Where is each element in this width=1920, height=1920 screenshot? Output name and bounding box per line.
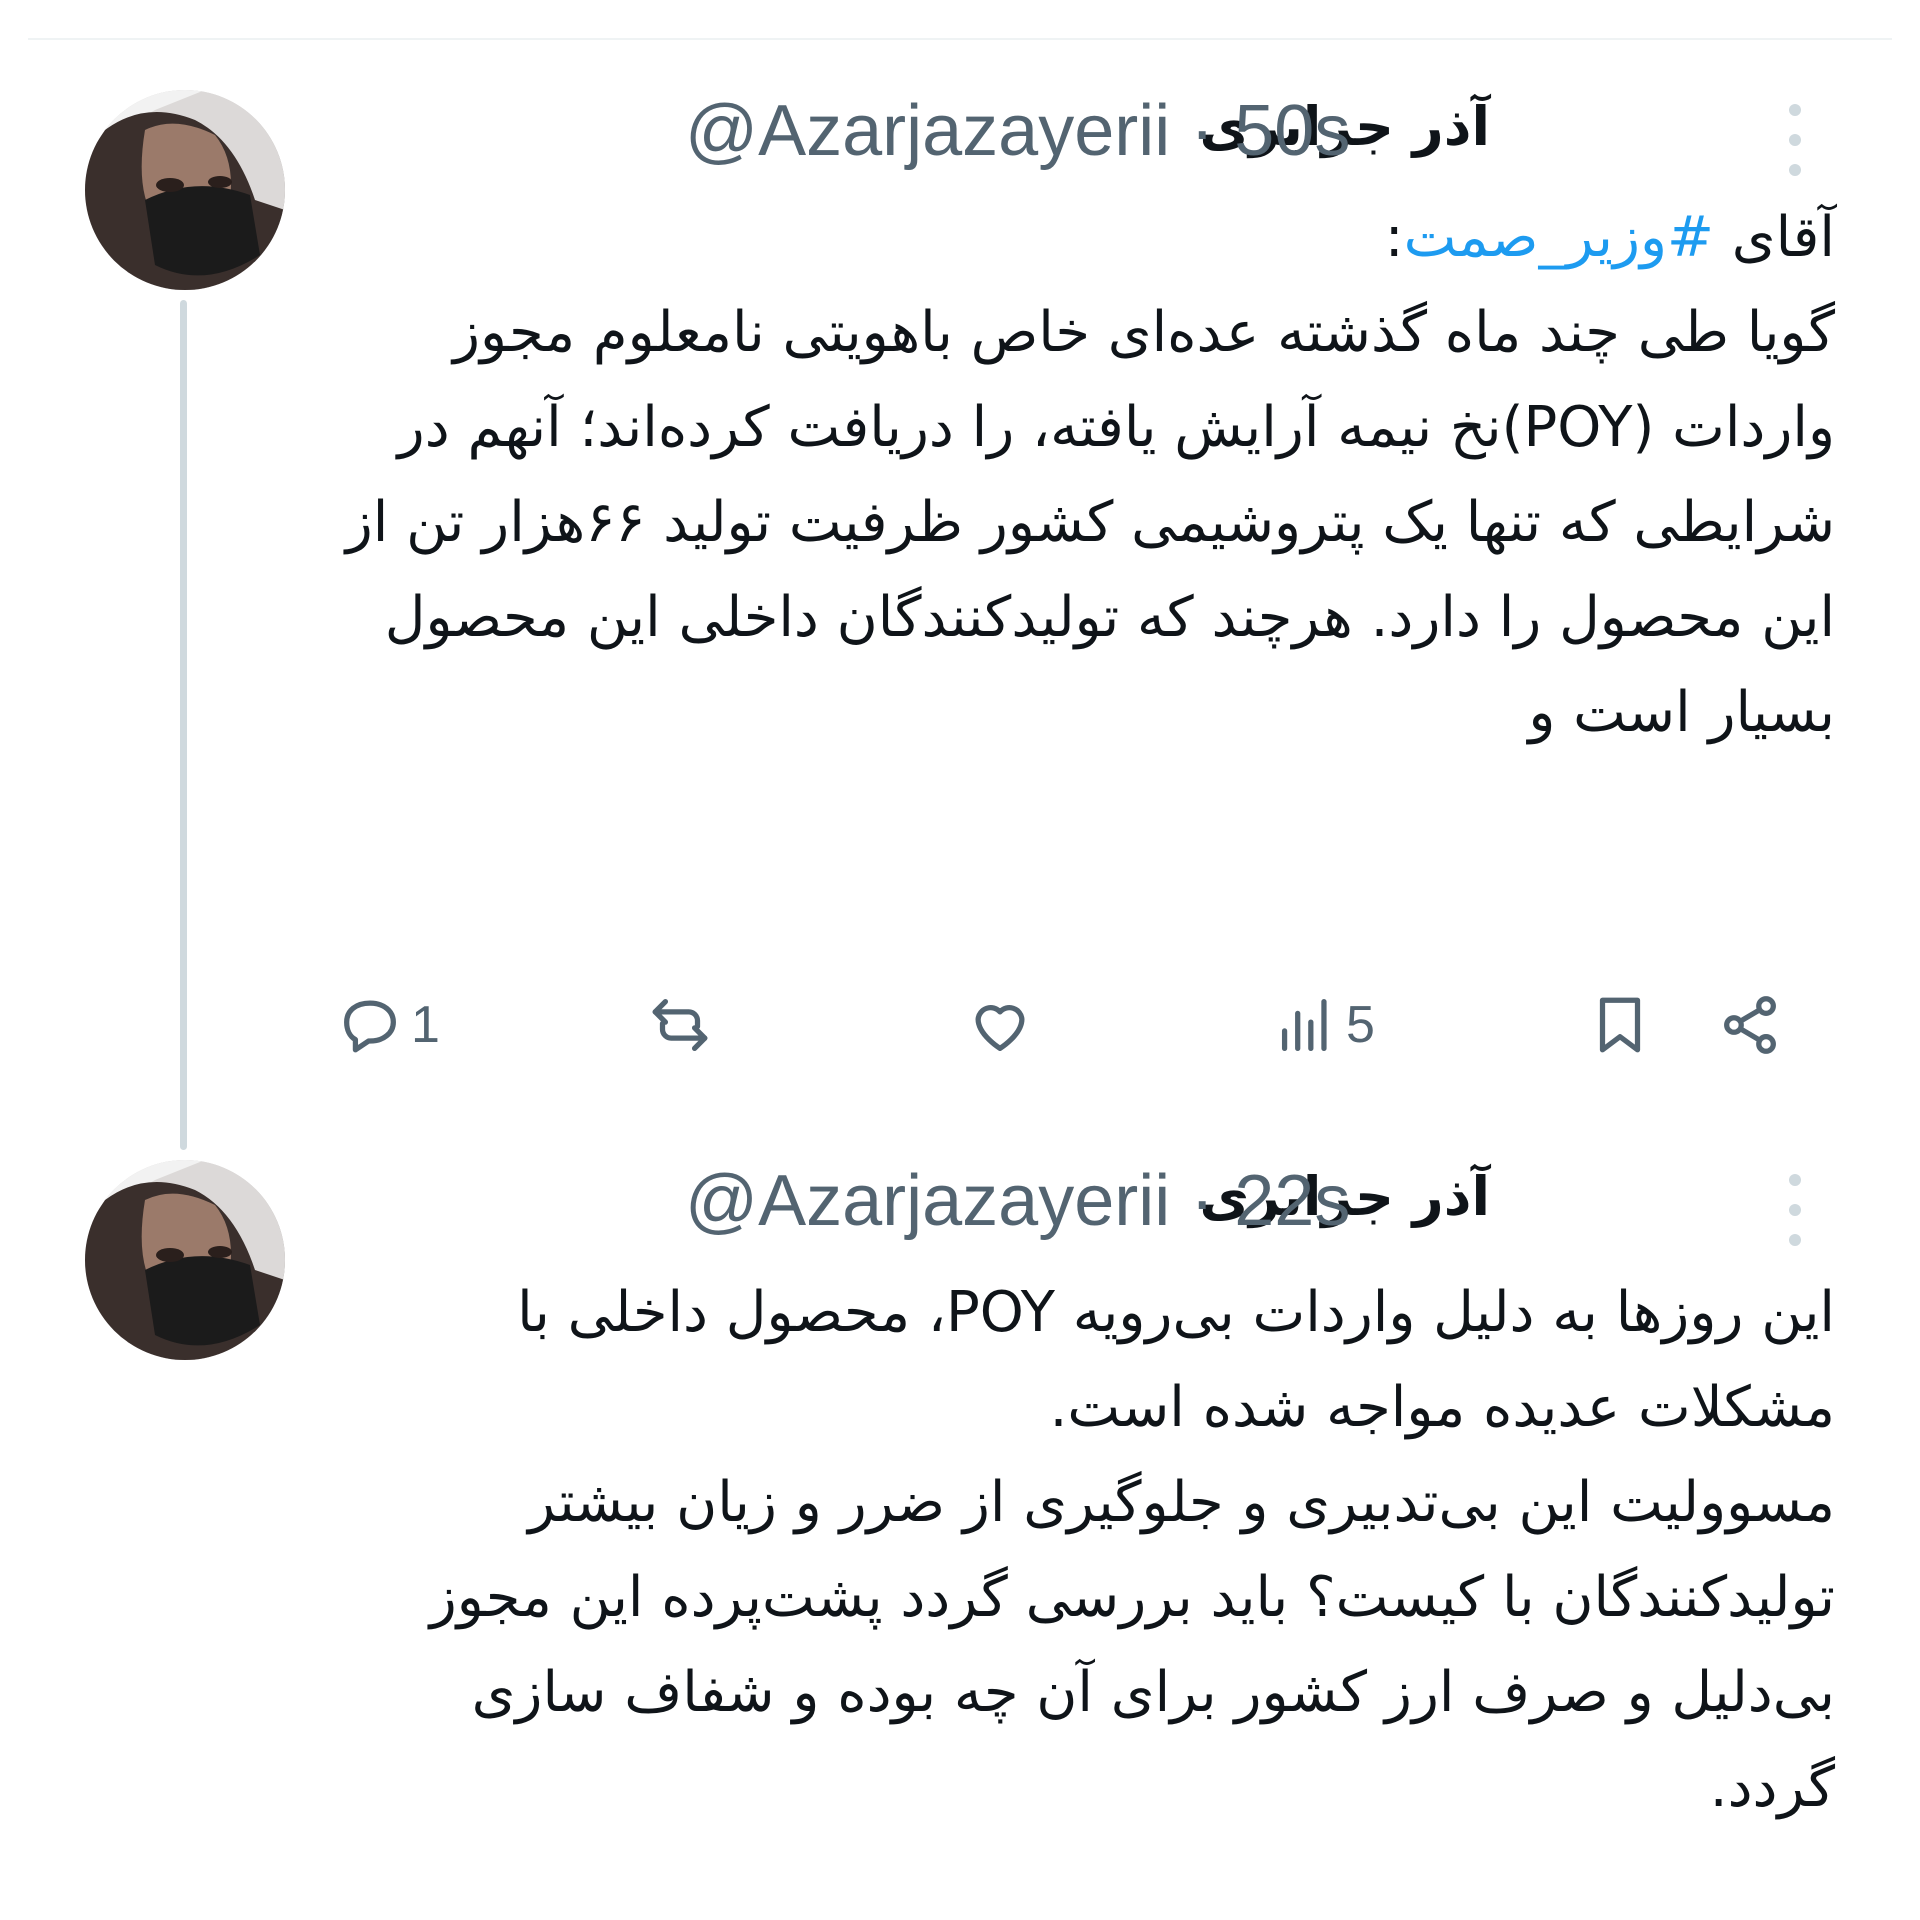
reply-button[interactable]: 1 — [335, 990, 440, 1060]
avatar[interactable] — [85, 1160, 285, 1360]
text-suffix: : — [1384, 205, 1404, 270]
more-icon[interactable] — [1775, 1165, 1815, 1255]
timestamp[interactable]: 50s — [1234, 91, 1350, 171]
tweet-text: این روزها به دلیل واردات بی‌رویه POY، مح… — [429, 1280, 1835, 1820]
views-icon — [1281, 999, 1327, 1051]
reply-icon — [344, 1000, 396, 1053]
tweet[interactable]: آذر جزایری @Azarjazayerii · 22s این روزه… — [0, 1160, 1920, 1920]
avatar[interactable] — [85, 90, 285, 290]
views-button[interactable]: 5 — [1270, 990, 1375, 1060]
share-icon — [1724, 996, 1776, 1054]
reply-count: 1 — [411, 996, 440, 1054]
handle-and-time[interactable]: @Azarjazayerii · 22s — [685, 1160, 1350, 1242]
retweet-icon — [652, 999, 708, 1051]
retweet-button[interactable] — [645, 990, 715, 1060]
timestamp[interactable]: 22s — [1234, 1161, 1350, 1241]
text-prefix: آقای — [1713, 205, 1835, 270]
like-icon — [975, 1005, 1025, 1051]
tweet[interactable]: آذر جزایری @Azarjazayerii · 50s آقای #وز… — [0, 90, 1920, 1090]
bookmark-icon — [1599, 997, 1641, 1053]
more-icon[interactable] — [1775, 95, 1815, 185]
tweet-header: آذر جزایری @Azarjazayerii · 50s — [330, 90, 1830, 180]
handle[interactable]: @Azarjazayerii — [685, 91, 1170, 171]
action-bar: 1 5 — [330, 990, 1830, 1080]
handle[interactable]: @Azarjazayerii — [685, 1161, 1170, 1241]
views-count: 5 — [1346, 996, 1375, 1054]
bookmark-button[interactable] — [1585, 990, 1655, 1060]
tweet-header: آذر جزایری @Azarjazayerii · 22s — [330, 1160, 1830, 1250]
handle-and-time[interactable]: @Azarjazayerii · 50s — [685, 90, 1350, 172]
like-button[interactable] — [965, 990, 1035, 1060]
top-divider — [28, 38, 1892, 40]
share-button[interactable] — [1715, 990, 1785, 1060]
tweet-body: گویا طی چند ماه گذشته عده‌ای خاص باهویتی… — [327, 300, 1835, 745]
tweet-text: آقای #وزیر_صمت: گویا طی چند ماه گذشته عد… — [330, 190, 1835, 760]
separator: · — [1190, 1161, 1215, 1241]
separator: · — [1190, 91, 1215, 171]
hashtag-link[interactable]: #وزیر_صمت — [1404, 205, 1714, 270]
